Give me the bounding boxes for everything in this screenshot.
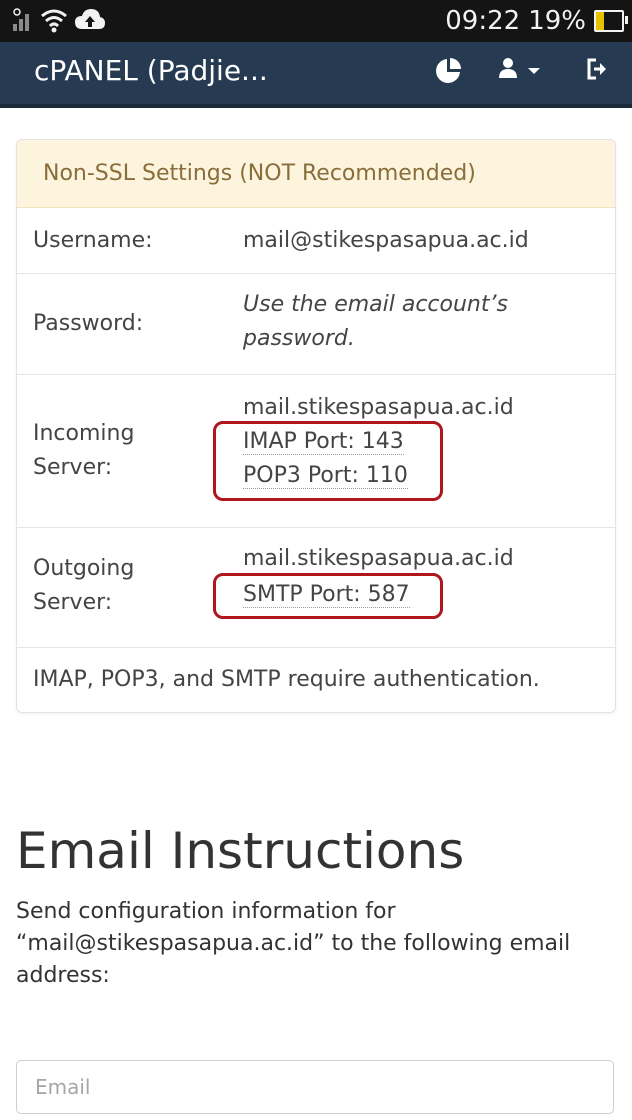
battery-charging-icon [594,10,628,32]
status-icons-left [12,7,106,37]
incoming-label-line2: Server: [33,455,113,480]
email-instructions-title: Email Instructions [16,822,465,880]
outgoing-label-line2: Server: [33,590,113,615]
username-value: mail@stikespasapua.ac.id [243,228,529,253]
outgoing-server-row: Outgoing Server: mail.stikespasapua.ac.i… [17,528,615,648]
email-input[interactable] [16,1060,614,1114]
smtp-highlight-box [213,573,443,619]
incoming-host: mail.stikespasapua.ac.id [243,395,514,420]
wifi-icon [40,7,68,37]
description-line3: address: [16,963,110,988]
password-value-line2: password. [243,326,355,351]
pie-chart-icon[interactable] [434,57,462,85]
authentication-note: IMAP, POP3, and SMTP require authenticat… [33,667,540,692]
user-menu-button[interactable] [498,57,540,83]
logout-icon[interactable] [586,57,608,81]
username-row: Username: mail@stikespasapua.ac.id [17,208,615,274]
email-instructions-description: Send configuration information for “mail… [16,896,606,992]
cloud-upload-icon [74,7,106,37]
status-time: 09:22 [445,6,521,36]
username-label: Username: [33,228,153,253]
ports-highlight-box [213,421,443,501]
description-line2: “mail@stikespasapua.ac.id” to the follow… [16,931,571,956]
chevron-down-icon [528,61,540,80]
outgoing-label-line1: Outgoing [33,556,135,581]
password-row: Password: Use the email account’s passwo… [17,274,615,375]
password-value-line1: Use the email account’s [243,292,508,317]
signal-icon [12,7,34,37]
description-line1: Send configuration information for [16,899,396,924]
non-ssl-settings-panel: Non-SSL Settings (NOT Recommended) Usern… [16,139,616,713]
app-header: cPANEL (Padjie... [0,42,632,108]
app-title[interactable]: cPANEL (Padjie... [34,54,268,87]
status-icons-right: 09:22 19% [445,6,628,36]
panel-heading: Non-SSL Settings (NOT Recommended) [17,140,615,208]
battery-percent: 19% [528,6,586,36]
incoming-label-line1: Incoming [33,421,135,446]
password-label: Password: [33,311,144,336]
incoming-server-row: Incoming Server: mail.stikespasapua.ac.i… [17,375,615,528]
user-icon [498,57,518,83]
status-bar: 09:22 19% [0,0,632,42]
outgoing-host: mail.stikespasapua.ac.id [243,546,514,571]
